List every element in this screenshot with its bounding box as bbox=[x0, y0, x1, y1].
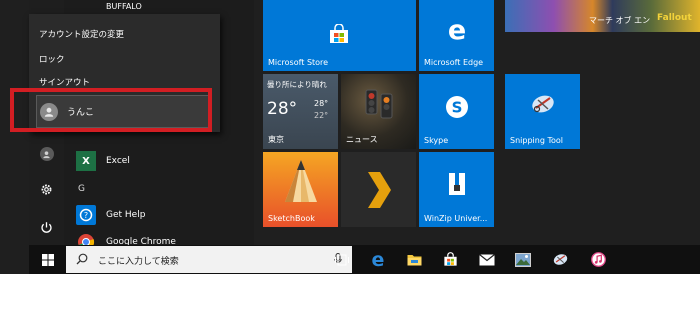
menu-item-change-account-settings[interactable]: アカウント設定の変更 bbox=[39, 28, 124, 40]
tile-label: Microsoft Edge bbox=[424, 58, 484, 67]
taskbar: ここに入力して検索 e bbox=[29, 245, 700, 274]
windows-logo-icon bbox=[42, 253, 54, 266]
folder-icon bbox=[407, 255, 421, 266]
tile-snipping-tool[interactable]: Snipping Tool bbox=[505, 74, 580, 149]
pencil-icon bbox=[285, 160, 317, 202]
start-button[interactable] bbox=[33, 245, 63, 274]
group-letter-g[interactable]: G bbox=[78, 184, 85, 194]
photos-icon bbox=[515, 252, 531, 267]
tile-label: ニュース bbox=[346, 135, 378, 144]
tile-microsoft-edge[interactable]: e Microsoft Edge bbox=[419, 0, 494, 71]
search-placeholder: ここに入力して検索 bbox=[98, 257, 179, 267]
tile-weather[interactable]: 曇り所により晴れ 28° 28° 22° 東京 bbox=[263, 74, 338, 149]
app-item-excel[interactable]: X Excel bbox=[76, 151, 130, 171]
svg-text:?: ? bbox=[84, 211, 88, 220]
tile-label: Skype bbox=[424, 136, 449, 145]
tile-label: SketchBook bbox=[268, 214, 315, 223]
menu-item-lock[interactable]: ロック bbox=[39, 53, 65, 65]
settings-button[interactable] bbox=[29, 174, 64, 204]
store-bag-icon bbox=[326, 22, 352, 46]
snipping-tool-icon bbox=[529, 90, 557, 118]
weather-low: 22° bbox=[314, 111, 329, 120]
task-view-button[interactable] bbox=[327, 245, 357, 274]
user-account-button[interactable] bbox=[29, 139, 64, 169]
tile-label: Snipping Tool bbox=[510, 136, 563, 145]
taskbar-mail-button[interactable] bbox=[472, 245, 502, 274]
tile-sketchbook[interactable]: SketchBook bbox=[263, 152, 338, 227]
tile-plex[interactable] bbox=[341, 152, 416, 227]
app-item-label: Excel bbox=[106, 156, 130, 166]
get-help-icon: ? bbox=[76, 205, 96, 225]
traffic-light-icon bbox=[365, 89, 393, 119]
chevron-right-icon bbox=[368, 172, 391, 208]
snipping-tool-icon bbox=[553, 254, 567, 265]
task-view-icon bbox=[335, 254, 349, 265]
taskbar-store-button[interactable] bbox=[435, 245, 465, 274]
menu-item-sign-out[interactable]: サインアウト bbox=[39, 76, 90, 88]
tile-winzip[interactable]: WinZip Univer... bbox=[419, 152, 494, 227]
tile-news[interactable]: ニュース bbox=[341, 74, 416, 149]
weather-high: 28° bbox=[314, 99, 329, 108]
game-title: Fallout bbox=[657, 13, 692, 23]
weather-city: 東京 bbox=[268, 135, 284, 144]
svg-text:S: S bbox=[452, 99, 463, 117]
taskbar-photos-button[interactable] bbox=[508, 245, 538, 274]
taskbar-edge-button[interactable]: e bbox=[363, 245, 393, 274]
weather-temp: 28° bbox=[267, 99, 298, 119]
avatar bbox=[39, 147, 54, 161]
winzip-icon bbox=[443, 170, 471, 198]
app-item-label: Get Help bbox=[106, 210, 146, 220]
search-box[interactable]: ここに入力して検索 bbox=[66, 246, 352, 273]
edge-icon: e bbox=[447, 14, 467, 46]
taskbar-file-explorer-button[interactable] bbox=[399, 245, 429, 274]
app-item-label: BUFFALO bbox=[106, 1, 142, 11]
weather-condition: 曇り所により晴れ bbox=[267, 80, 327, 89]
gear-icon bbox=[41, 184, 52, 194]
skype-icon: S bbox=[443, 93, 471, 121]
mail-icon bbox=[479, 253, 495, 265]
app-item-get-help[interactable]: ? Get Help bbox=[76, 205, 145, 225]
power-button[interactable] bbox=[29, 212, 64, 242]
excel-icon: X bbox=[76, 151, 96, 171]
taskbar-itunes-button[interactable] bbox=[583, 245, 613, 274]
edge-icon: e bbox=[371, 248, 385, 271]
power-icon bbox=[41, 221, 52, 233]
taskbar-snipping-tool-button[interactable] bbox=[545, 245, 575, 274]
tile-label: Microsoft Store bbox=[268, 58, 329, 67]
store-bag-icon bbox=[443, 252, 457, 266]
desktop: BUFFALO X Excel G ? Get Help Google Chro… bbox=[0, 0, 700, 274]
tile-label: WinZip Univer... bbox=[424, 214, 488, 223]
search-icon bbox=[76, 253, 88, 265]
highlight-box bbox=[10, 88, 212, 132]
itunes-icon bbox=[590, 252, 606, 267]
tile-microsoft-store[interactable]: Microsoft Store bbox=[263, 0, 416, 71]
game-title: マーチ オブ エン bbox=[589, 16, 651, 25]
tile-skype[interactable]: S Skype bbox=[419, 74, 494, 149]
tile-games[interactable]: マーチ オブ エン Fallout bbox=[505, 0, 700, 32]
